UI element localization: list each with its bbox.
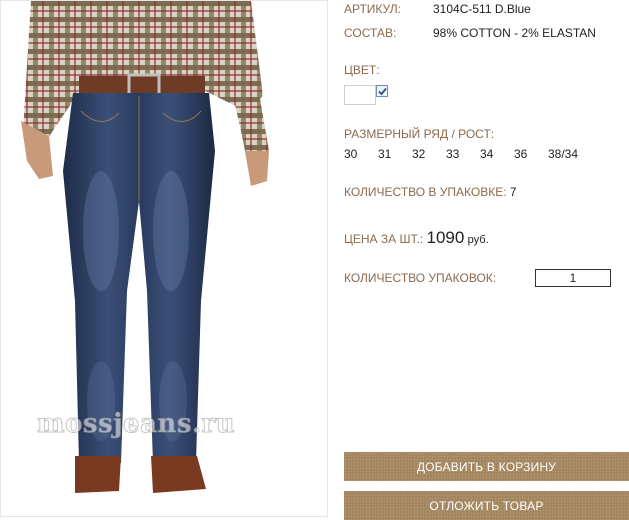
color-checkbox[interactable] <box>376 85 388 97</box>
size-item: 30 <box>344 147 358 161</box>
color-label: ЦВЕТ: <box>344 63 380 77</box>
jeans-model-image <box>21 1 269 493</box>
checkmark-icon <box>378 87 387 96</box>
packs-label: КОЛИЧЕСТВО УПАКОВОК: <box>344 271 497 285</box>
composition-label: СОСТАВ: <box>344 26 397 40</box>
composition-value: 98% COTTON - 2% ELASTAN <box>433 26 596 40</box>
product-photo[interactable]: mossjeans.ru <box>0 0 328 517</box>
pack-quantity-row: КОЛИЧЕСТВО В УПАКОВКЕ: 7 <box>344 185 517 199</box>
color-swatch <box>344 85 376 105</box>
defer-item-button[interactable]: ОТЛОЖИТЬ ТОВАР <box>344 491 629 520</box>
article-row: АРТИКУЛ: <box>344 2 401 16</box>
price-row: ЦЕНА ЗА ШТ.: 1090 руб. <box>344 228 489 248</box>
size-item: 36 <box>514 147 528 161</box>
article-value: 3104C-511 D.Blue <box>433 2 531 16</box>
pack-quantity-value: 7 <box>509 185 517 199</box>
composition-row: СОСТАВ: <box>344 26 396 40</box>
size-item: 31 <box>378 147 392 161</box>
pack-quantity-label: КОЛИЧЕСТВО В УПАКОВКЕ: <box>344 185 507 199</box>
size-item: 34 <box>480 147 494 161</box>
size-item: 33 <box>446 147 460 161</box>
watermark-text: mossjeans.ru <box>36 409 236 440</box>
add-to-cart-button[interactable]: ДОБАВИТЬ В КОРЗИНУ <box>344 452 629 481</box>
packs-quantity-input[interactable] <box>535 269 611 287</box>
size-item: 38/34 <box>548 147 579 161</box>
price-currency: руб. <box>467 234 489 246</box>
price-value: 1090 <box>426 228 465 247</box>
size-item: 32 <box>412 147 426 161</box>
price-label: ЦЕНА ЗА ШТ.: <box>344 232 424 246</box>
size-range-label: РАЗМЕРНЫЙ РЯД / РОСТ: <box>344 127 495 141</box>
article-label: АРТИКУЛ: <box>344 2 401 16</box>
